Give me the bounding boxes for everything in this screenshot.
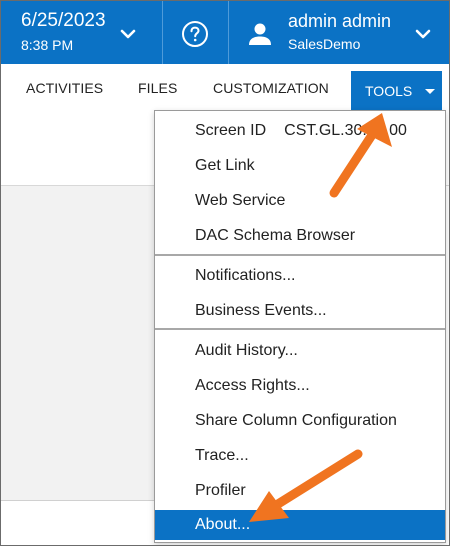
- menu-item-share-column-configuration[interactable]: Share Column Configuration: [155, 406, 445, 436]
- menu-item-screen-id[interactable]: Screen ID CST.GL.30.00.00: [155, 116, 445, 146]
- tab-tools-label: TOOLS: [365, 83, 413, 99]
- tab-bar: ACTIVITIES FILES CUSTOMIZATION TOOLS: [1, 64, 449, 114]
- business-date[interactable]: 6/25/2023: [21, 10, 106, 32]
- menu-item-notifications[interactable]: Notifications...: [155, 261, 445, 291]
- caret-down-icon: [425, 89, 435, 94]
- menu-item-dac-schema-browser[interactable]: DAC Schema Browser: [155, 221, 445, 251]
- tab-files[interactable]: FILES: [138, 80, 177, 96]
- topbar-divider: [228, 1, 229, 64]
- tab-customization[interactable]: CUSTOMIZATION: [213, 80, 329, 96]
- chevron-down-icon[interactable]: [413, 24, 433, 44]
- tab-tools[interactable]: TOOLS: [351, 71, 442, 110]
- menu-separator: [155, 254, 445, 256]
- menu-item-web-service[interactable]: Web Service: [155, 186, 445, 216]
- business-time: 8:38 PM: [21, 37, 74, 53]
- topbar-divider: [162, 1, 163, 64]
- chevron-down-icon[interactable]: [118, 24, 138, 44]
- content-area: [1, 186, 154, 500]
- menu-item-trace[interactable]: Trace...: [155, 441, 445, 471]
- app-window: 6/25/2023 8:38 PM admin admin SalesDemo …: [0, 0, 450, 546]
- tab-activities[interactable]: ACTIVITIES: [26, 80, 103, 96]
- help-circle-icon[interactable]: [181, 20, 209, 48]
- menu-item-access-rights[interactable]: Access Rights...: [155, 371, 445, 401]
- menu-item-audit-history[interactable]: Audit History...: [155, 336, 445, 366]
- menu-item-business-events[interactable]: Business Events...: [155, 296, 445, 326]
- menu-separator: [155, 328, 445, 330]
- user-icon[interactable]: [246, 20, 274, 48]
- content-divider: [1, 500, 154, 501]
- menu-item-profiler[interactable]: Profiler: [155, 476, 445, 506]
- menu-item-get-link[interactable]: Get Link: [155, 151, 445, 181]
- user-name[interactable]: admin admin: [288, 10, 391, 32]
- screen-id-label: Screen ID: [195, 122, 267, 139]
- top-bar: 6/25/2023 8:38 PM admin admin SalesDemo: [1, 1, 449, 64]
- menu-item-about[interactable]: About...: [155, 510, 445, 540]
- tools-dropdown-menu: Screen ID CST.GL.30.00.00 Get Link Web Se…: [154, 110, 446, 543]
- screen-id-value: CST.GL.30.00.00: [284, 122, 407, 139]
- company-name: SalesDemo: [288, 36, 361, 52]
